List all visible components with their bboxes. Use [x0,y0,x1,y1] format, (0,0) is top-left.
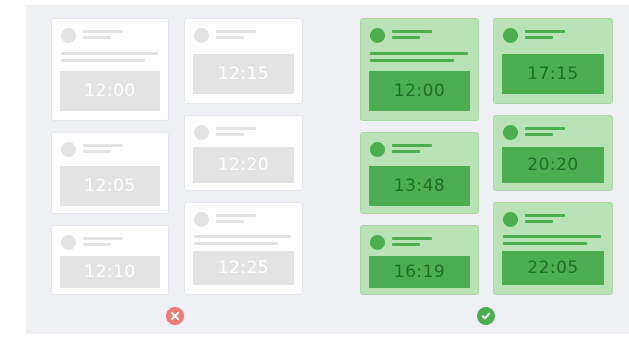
check-icon [481,312,491,320]
text-line-placeholder [392,36,420,39]
text-line-placeholder [392,243,420,246]
avatar-placeholder [503,28,518,43]
text-line-placeholder [216,30,256,33]
text-line-placeholder [83,150,111,153]
avatar-placeholder [61,235,76,250]
card: 13:48 [361,133,478,213]
time-label: 17:15 [502,54,604,94]
text-line-placeholder [370,59,454,62]
card: 22:05 [494,203,612,294]
card: 17:15 [494,19,612,103]
avatar-placeholder [194,212,209,227]
text-line-placeholder [216,133,244,136]
avatar-placeholder [61,142,76,157]
correct-badge [477,307,495,325]
avatar-placeholder [370,235,385,250]
avatar-placeholder [370,142,385,157]
text-line-placeholder [392,237,432,240]
avatar-placeholder [503,125,518,140]
text-line-placeholder [392,144,432,147]
time-label: 12:00 [60,71,160,111]
text-line-placeholder [61,59,145,62]
card: 20:20 [494,116,612,190]
time-label: 16:19 [369,256,470,288]
card: 12:00 [52,19,168,120]
text-line-placeholder [83,30,123,33]
card: 12:20 [185,116,302,190]
time-label: 12:00 [369,71,470,111]
text-line-placeholder [392,30,432,33]
time-label: 22:05 [502,251,604,285]
text-line-placeholder [525,127,565,130]
text-line-placeholder [194,242,278,245]
avatar-placeholder [503,212,518,227]
incorrect-badge [166,307,184,325]
text-line-placeholder [392,150,420,153]
text-line-placeholder [216,36,244,39]
time-label: 12:25 [193,251,294,285]
avatar-placeholder [194,125,209,140]
text-line-placeholder [525,36,553,39]
avatar-placeholder [61,28,76,43]
time-label: 12:05 [60,166,160,206]
card: 12:25 [185,203,302,294]
text-line-placeholder [216,127,256,130]
text-line-placeholder [83,237,123,240]
text-line-placeholder [503,235,601,238]
card: 12:10 [52,226,168,294]
time-label: 12:15 [193,54,294,94]
text-line-placeholder [194,235,291,238]
text-line-placeholder [83,36,111,39]
time-label: 12:10 [60,256,160,288]
text-line-placeholder [83,144,123,147]
card: 12:05 [52,133,168,213]
card: 12:15 [185,19,302,103]
avatar-placeholder [194,28,209,43]
time-label: 12:20 [193,147,294,183]
text-line-placeholder [525,30,565,33]
text-line-placeholder [370,52,468,55]
text-line-placeholder [525,214,565,217]
text-line-placeholder [83,243,111,246]
time-label: 13:48 [369,166,470,206]
time-label: 20:20 [502,147,604,183]
card: 16:19 [361,226,478,294]
text-line-placeholder [216,214,256,217]
cross-icon [171,312,179,320]
text-line-placeholder [503,242,587,245]
text-line-placeholder [525,220,553,223]
text-line-placeholder [216,220,244,223]
avatar-placeholder [370,28,385,43]
card: 12:00 [361,19,478,120]
text-line-placeholder [525,133,553,136]
text-line-placeholder [61,52,158,55]
